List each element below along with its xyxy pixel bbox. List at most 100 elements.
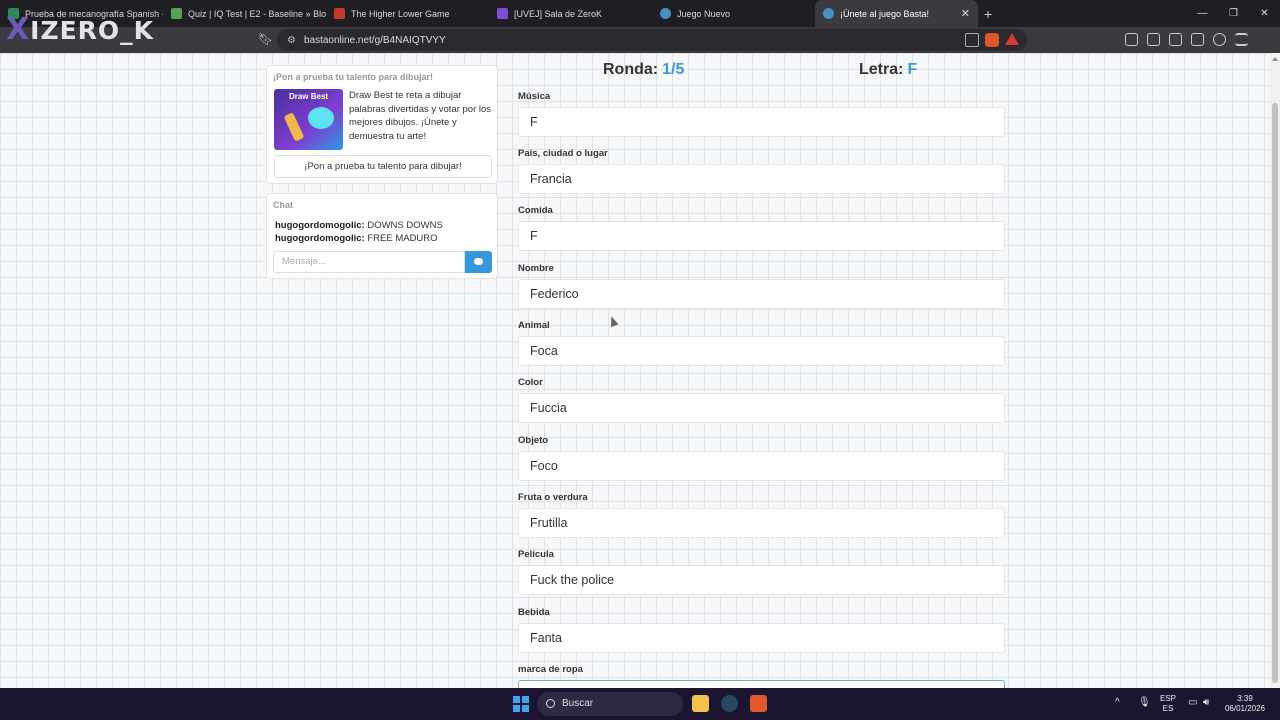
scroll-up-icon[interactable] bbox=[1272, 57, 1278, 61]
tab-favicon-icon bbox=[497, 8, 508, 19]
promo-button[interactable]: ¡Pon a prueba tu talento para dibujar! bbox=[274, 155, 492, 178]
field-input-objeto[interactable]: Foco bbox=[518, 451, 1005, 481]
windows-start-icon[interactable] bbox=[513, 696, 529, 712]
tab-favicon-icon bbox=[823, 8, 834, 19]
field-label-color: Color bbox=[518, 377, 543, 388]
brave-shields-icon[interactable] bbox=[985, 33, 999, 47]
tab-juego-nuevo[interactable]: Juego Nuevo bbox=[652, 0, 815, 27]
steam-icon[interactable] bbox=[721, 695, 738, 712]
stream-overlay-logo: XIZERO_K bbox=[6, 12, 154, 47]
wallet-icon[interactable] bbox=[1147, 33, 1160, 46]
tray-chevron-icon[interactable]: ^ bbox=[1115, 698, 1120, 708]
maximize-icon[interactable]: ❐ bbox=[1218, 0, 1249, 27]
menu-icon[interactable] bbox=[1235, 33, 1248, 46]
chat-text: DOWNS DOWNS bbox=[367, 220, 443, 231]
tab-basta-active[interactable]: ¡Únete al juego Basta! ✕ bbox=[815, 0, 978, 27]
url-field[interactable]: ⚙ bastaonline.net/g/B4NAIQTVYY bbox=[277, 29, 1027, 51]
field-label-pelicula: Película bbox=[518, 549, 554, 560]
chat-message: hugogordomogolic: FREE MADURO bbox=[275, 233, 438, 244]
field-label-pais: País, ciudad o lugar bbox=[518, 148, 608, 159]
close-tab-icon[interactable]: ✕ bbox=[961, 7, 970, 20]
lang-layout: ES bbox=[1162, 704, 1174, 713]
clock-date: 06/01/2026 bbox=[1224, 704, 1266, 713]
field-input-marca-ropa[interactable] bbox=[518, 680, 1005, 688]
field-label-comida: Comida bbox=[518, 205, 553, 216]
field-input-animal[interactable]: Foca bbox=[518, 336, 1005, 366]
brave-rewards-icon[interactable] bbox=[1005, 33, 1019, 45]
address-bar: 🔖︎ ⚙ bastaonline.net/g/B4NAIQTVYY bbox=[0, 27, 1280, 53]
round-value: 1/5 bbox=[662, 61, 685, 78]
chat-message: hugogordomogolic: DOWNS DOWNS bbox=[275, 220, 443, 231]
tab-sala-zerok[interactable]: [UVEJ] Sala de ZeroK bbox=[489, 0, 652, 27]
field-label-fruta: Fruta o verdura bbox=[518, 492, 588, 503]
tab-title: The Higher Lower Game bbox=[351, 8, 450, 19]
clock-time: 3:39 bbox=[1237, 694, 1253, 703]
draw-best-logo: Draw Best bbox=[288, 92, 329, 101]
language-indicator[interactable]: ESP ES bbox=[1158, 694, 1178, 714]
field-label-objeto: Objeto bbox=[518, 435, 549, 446]
chat-send-button[interactable] bbox=[465, 251, 492, 273]
letter-indicator: Letra: F bbox=[859, 61, 917, 79]
field-input-fruta[interactable]: Frutilla bbox=[518, 508, 1005, 538]
letter-value: F bbox=[907, 61, 918, 78]
microphone-icon[interactable]: 🎙︎ bbox=[1138, 698, 1151, 708]
field-label-bebida: Bebida bbox=[518, 607, 550, 618]
taskbar-search[interactable]: Buscar bbox=[537, 692, 683, 716]
field-label-nombre: Nombre bbox=[518, 263, 554, 274]
minimize-icon[interactable]: — bbox=[1187, 0, 1218, 27]
tab-title: Juego Nuevo bbox=[677, 8, 731, 19]
chat-username: hugogordomogolic: bbox=[275, 220, 365, 231]
extensions-icon[interactable] bbox=[1125, 33, 1138, 46]
bookmark-icon[interactable]: 🔖︎ bbox=[258, 32, 273, 46]
promo-description: Draw Best te reta a dibujar palabras div… bbox=[349, 90, 492, 142]
draw-best-image[interactable]: Draw Best bbox=[274, 89, 343, 150]
round-label: Ronda: bbox=[603, 61, 659, 78]
close-window-icon[interactable]: ✕ bbox=[1249, 0, 1280, 27]
share-icon[interactable] bbox=[965, 33, 979, 47]
logo-x: X bbox=[6, 12, 31, 47]
clock[interactable]: 3:39 06/01/2026 bbox=[1222, 694, 1268, 714]
field-input-nombre[interactable]: Federico bbox=[518, 279, 1005, 309]
tab-title: ¡Únete al juego Basta! bbox=[840, 8, 930, 19]
url-text: bastaonline.net/g/B4NAIQTVYY bbox=[303, 34, 446, 46]
chat-username: hugogordomogolic: bbox=[275, 233, 365, 244]
field-input-pelicula[interactable]: Fuck the police bbox=[518, 565, 1005, 595]
chat-title: Chat bbox=[273, 200, 293, 210]
leo-ai-icon[interactable] bbox=[1191, 33, 1204, 46]
letter-label: Letra: bbox=[859, 61, 904, 78]
field-input-bebida[interactable]: Fanta bbox=[518, 623, 1005, 653]
logo-text: IZERO_K bbox=[30, 16, 155, 45]
field-input-color[interactable]: Fuccia bbox=[518, 393, 1005, 423]
field-input-musica[interactable]: F bbox=[518, 107, 1005, 137]
network-icon[interactable]: ▭ bbox=[1188, 698, 1197, 708]
tab-title: Quiz | IQ Test | E2 - Baseline » Blosso bbox=[188, 8, 326, 19]
tab-favicon-icon bbox=[171, 8, 182, 19]
sidebar-icon[interactable] bbox=[1169, 33, 1182, 46]
field-input-pais[interactable]: Francia bbox=[518, 164, 1005, 194]
field-input-comida[interactable]: F bbox=[518, 221, 1005, 251]
vpn-icon[interactable] bbox=[1213, 33, 1226, 46]
mouse-cursor-icon bbox=[607, 314, 619, 328]
brave-browser-icon[interactable] bbox=[750, 695, 767, 712]
promo-title: ¡Pon a prueba tu talento para dibujar! bbox=[273, 72, 434, 82]
new-tab-button[interactable]: + bbox=[984, 6, 992, 22]
tab-title: [UVEJ] Sala de ZeroK bbox=[514, 8, 603, 19]
field-label-musica: Música bbox=[518, 91, 551, 102]
paintbrush-icon bbox=[283, 112, 305, 142]
chat-text: FREE MADURO bbox=[367, 233, 438, 244]
browser-tab-bar: Prueba de mecanografía Spanish - 10 Quiz… bbox=[0, 0, 1280, 27]
scrollbar-thumb[interactable] bbox=[1272, 103, 1278, 683]
site-info-icon[interactable]: ⚙ bbox=[287, 35, 296, 46]
field-label-animal: Animal bbox=[518, 320, 550, 331]
chat-message-input[interactable]: Mensaje... bbox=[273, 251, 465, 273]
file-explorer-icon[interactable] bbox=[692, 695, 709, 712]
tab-favicon-icon bbox=[660, 8, 671, 19]
round-indicator: Ronda: 1/5 bbox=[603, 61, 684, 79]
volume-icon[interactable]: 🔊︎ bbox=[1203, 698, 1209, 708]
page-scrollbar[interactable] bbox=[1270, 53, 1280, 688]
tab-iq-quiz[interactable]: Quiz | IQ Test | E2 - Baseline » Blosso bbox=[163, 0, 326, 27]
field-label-marca-ropa: marca de ropa bbox=[518, 664, 583, 675]
tab-higher-lower[interactable]: The Higher Lower Game bbox=[326, 0, 489, 27]
window-controls: — ❐ ✕ bbox=[1187, 0, 1280, 27]
promo-panel: ¡Pon a prueba tu talento para dibujar! D… bbox=[266, 65, 498, 184]
